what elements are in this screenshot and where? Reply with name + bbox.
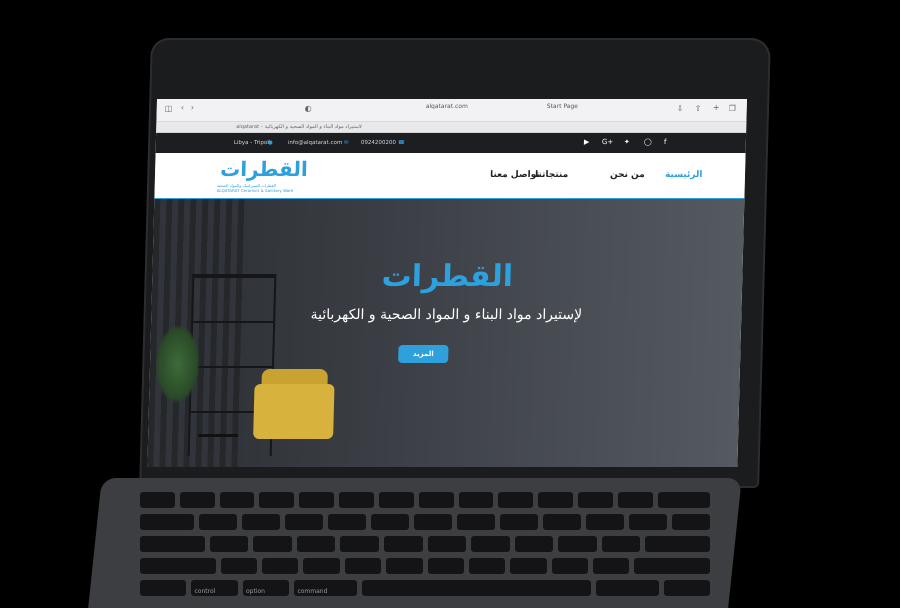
control-key[interactable]: control — [191, 580, 238, 596]
browser-toolbar: ◫ ‹ › ◐ alqatarat.com Start Page ⇩ ⇧ + ❐ — [156, 99, 747, 122]
hero-table-image — [197, 434, 239, 467]
hero-plant-image — [154, 324, 202, 404]
hero-subtitle: لإستيراد مواد البناء و المواد الصحية و ا… — [310, 307, 583, 323]
start-page-tab[interactable]: Start Page — [547, 103, 627, 110]
privacy-icon[interactable]: ◐ — [305, 104, 312, 113]
nav-contact[interactable]: تواصل معنا — [490, 170, 540, 180]
youtube-icon[interactable]: ▶ — [584, 138, 590, 146]
forward-icon[interactable]: › — [191, 103, 194, 112]
twitter-icon[interactable]: ✦ — [624, 138, 630, 146]
hero-title: القطرات — [381, 259, 514, 294]
instagram-icon[interactable]: ◯ — [644, 138, 652, 146]
address-bar[interactable]: alqatarat.com — [387, 103, 507, 110]
email-text[interactable]: info@alqatarat.com — [288, 140, 343, 146]
top-info-bar: Libya - Tripoli ● info@alqatarat.com ✉ 0… — [155, 133, 747, 153]
new-tab-icon[interactable]: + — [713, 103, 720, 112]
laptop-screen: ◫ ‹ › ◐ alqatarat.com Start Page ⇩ ⇧ + ❐… — [147, 99, 747, 467]
location-text: Libya - Tripoli — [233, 140, 271, 146]
back-icon[interactable]: ‹ — [181, 103, 184, 112]
phone-text[interactable]: 0924200200 — [361, 140, 396, 146]
share-icon[interactable]: ⇧ — [695, 104, 702, 113]
phone-icon: ☎ — [397, 140, 405, 146]
location-icon: ● — [267, 140, 273, 146]
email-icon: ✉ — [343, 140, 349, 146]
nav-home[interactable]: الرئيسية — [665, 170, 703, 180]
tab-title[interactable]: alqatarat – لاستيراد مواد البناء و الموا… — [236, 124, 362, 130]
tab-bar: alqatarat – لاستيراد مواد البناء و الموا… — [156, 122, 747, 133]
hero-chair-image — [253, 384, 335, 439]
tabs-overview-icon[interactable]: ❐ — [729, 104, 736, 113]
command-key[interactable]: command — [294, 580, 358, 596]
logo-subtitle-en: ALQATARAT Ceramics & Sanitary Ware — [216, 188, 294, 193]
google-plus-icon[interactable]: G+ — [602, 138, 614, 146]
facebook-icon[interactable]: f — [664, 138, 667, 146]
keyboard: control option command — [140, 492, 711, 602]
logo[interactable]: القطرات — [220, 157, 308, 181]
download-icon[interactable]: ⇩ — [677, 104, 684, 113]
nav-products[interactable]: منتجاتنا — [535, 170, 568, 180]
site-header: القطرات القطرات للسيراميك والمواد الصحية… — [154, 153, 746, 201]
nav-about[interactable]: من نحن — [610, 170, 645, 180]
hero-section: القطرات لإستيراد مواد البناء و المواد ال… — [147, 199, 745, 467]
logo-subtitle: القطرات للسيراميك والمواد الصحية ALQATAR… — [217, 183, 297, 193]
sidebar-icon[interactable]: ◫ — [165, 104, 173, 113]
option-key[interactable]: option — [242, 580, 290, 596]
more-button[interactable]: المزيد — [398, 345, 449, 363]
